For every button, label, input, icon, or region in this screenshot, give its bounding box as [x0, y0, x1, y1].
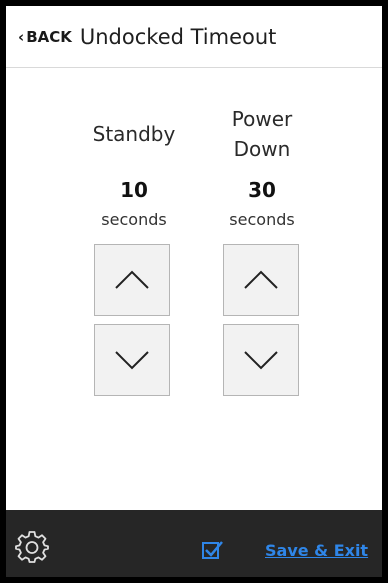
back-button[interactable]: ‹ BACK: [18, 28, 72, 46]
device-screen: ‹ BACK Undocked Timeout Standby 10 secon…: [6, 6, 382, 577]
standby-decrease-button[interactable]: [94, 324, 170, 396]
back-chevron-icon: ‹: [18, 27, 25, 46]
standby-label: Standby: [92, 122, 176, 146]
gear-icon[interactable]: [15, 530, 49, 564]
power-down-increase-button[interactable]: [223, 244, 299, 316]
header-bar: ‹ BACK Undocked Timeout: [6, 6, 382, 68]
chevron-down-icon: [244, 351, 278, 370]
power-down-label-line1: Power: [231, 107, 293, 131]
checkbox-check-icon: [202, 541, 223, 559]
standby-increase-button[interactable]: [94, 244, 170, 316]
power-down-decrease-button[interactable]: [223, 324, 299, 396]
standby-unit: seconds: [101, 210, 167, 229]
chevron-up-icon: [244, 270, 278, 289]
standby-value: 10: [120, 178, 148, 202]
power-down-unit: seconds: [229, 210, 295, 229]
chevron-down-icon: [115, 351, 149, 370]
power-down-label-line2: Down: [233, 137, 291, 161]
chevron-up-icon: [115, 270, 149, 289]
footer-bar: Save & Exit: [6, 510, 382, 577]
power-down-value: 30: [248, 178, 276, 202]
save-exit-button[interactable]: Save & Exit: [265, 541, 368, 560]
power-down-label: Power Down: [202, 104, 322, 164]
back-label: BACK: [26, 27, 72, 46]
page-title: Undocked Timeout: [79, 24, 277, 49]
